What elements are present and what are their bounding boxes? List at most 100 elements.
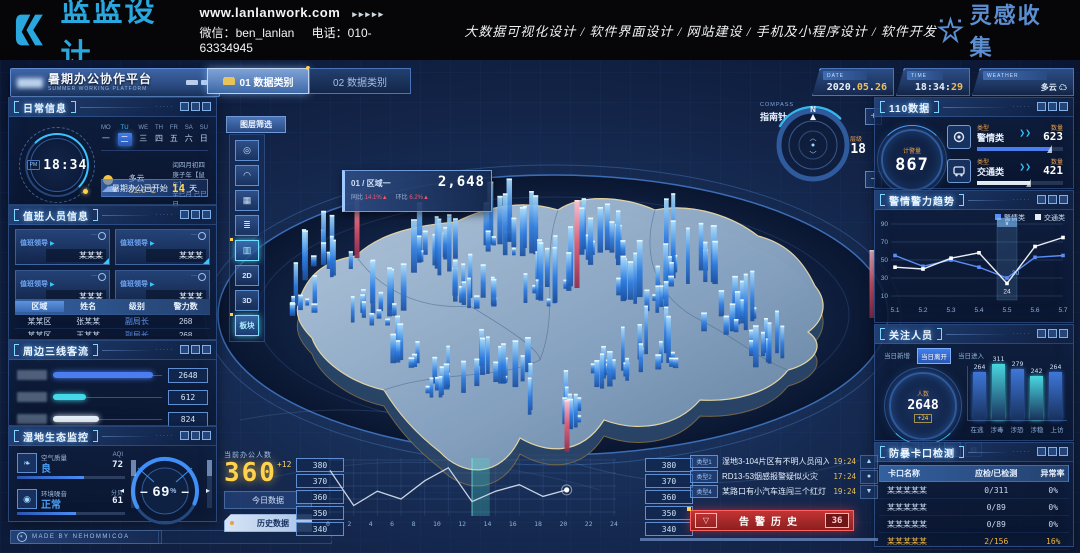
grid-layer-button[interactable]: ▦ [235, 190, 259, 211]
checkpoint-row[interactable]: 某某某某某2/15616% [879, 533, 1069, 550]
panel-window-icon[interactable] [191, 431, 200, 440]
compass-dial[interactable]: N ︿ ﹀ [770, 102, 856, 188]
services-list: 大数据可视化设计 / 软件界面设计 / 网站建设 / 手机及小程序设计 / 软件… [464, 21, 936, 40]
panel-window-icon[interactable] [191, 210, 200, 219]
gauge-left-arrow: ◂ [120, 486, 124, 495]
scroll-up-icon[interactable]: ▲ [860, 455, 878, 469]
alarm-total-value: 867 [895, 155, 929, 175]
office-xtick: 4 [369, 520, 373, 528]
focus-tab[interactable]: 当日进入 [955, 348, 987, 364]
list-layer-button[interactable]: ≣ [235, 215, 259, 236]
website-link[interactable]: www.lanlanwork.com [200, 5, 341, 20]
weekday-MO[interactable]: MO一 [101, 125, 111, 146]
panel-fullscreen-icon[interactable] [202, 102, 211, 111]
panel-window-icon[interactable] [1048, 329, 1057, 338]
focus-tab[interactable]: 当日离开 [917, 348, 951, 364]
bottom-scrollbar-thumb[interactable] [640, 538, 878, 541]
flow-bar-track [53, 370, 162, 380]
panel-title: 日常信息 [23, 100, 67, 115]
weekday-FR[interactable]: FR五 [170, 125, 178, 146]
radar-layer-button[interactable]: ◠ [235, 165, 259, 186]
duty-cards: 值班领导▶···某某某值班领导▶···某某某值班领导▶···某某某值班领导▶··… [15, 229, 210, 306]
panel-fullscreen-icon[interactable] [202, 431, 211, 440]
weekday-TU[interactable]: TU二 [118, 125, 132, 146]
scroll-down-icon[interactable]: ▼ [860, 485, 878, 499]
metric-unit: AQI [113, 452, 123, 458]
office-xtick: 0 [326, 520, 330, 528]
made-by-text: MADE BY NEHOMMICOA [32, 534, 130, 540]
bar-value: 311 [993, 355, 1005, 363]
bus-icon [947, 159, 971, 183]
scroll-dot-icon[interactable]: ● [860, 470, 878, 484]
panel-window-icon[interactable] [1048, 195, 1057, 204]
panel-fullscreen-icon[interactable] [202, 345, 211, 354]
duty-card[interactable]: 值班领导▶···某某某 [115, 229, 210, 265]
brand-banner: 蓝蓝设计 www.lanlanwork.com ▸▸▸▸▸ 微信：ben_lan… [0, 0, 1080, 60]
table-row[interactable]: 某某区张某某副局长268 [15, 315, 210, 329]
panel-fullscreen-icon[interactable] [202, 210, 211, 219]
office-xtick: 8 [412, 520, 416, 528]
panel-minimize-icon[interactable] [1037, 102, 1046, 111]
bar-label: 涉毒 [991, 424, 1004, 434]
panel-window-icon[interactable] [191, 345, 200, 354]
panel-daily-info: 日常信息····· PM18:34MO一TU二WE三TH四FR五SA六SU日☁多… [8, 97, 217, 205]
panel-minimize-icon[interactable] [1037, 329, 1046, 338]
duty-card[interactable]: 值班领导▶···某某某 [15, 229, 110, 265]
weekday-SA[interactable]: SA六 [185, 125, 193, 146]
camera-icon [98, 273, 106, 281]
gauge-rail-left[interactable] [131, 460, 136, 508]
checkpoint-row[interactable]: 某某某某某0/890% [879, 499, 1069, 516]
tab-data-category-1[interactable]: 01 数据类别 [207, 68, 309, 94]
alert-row[interactable]: 类型2RD13-53烟感报警疑似火灾17:24● [690, 469, 878, 484]
chevron-right-icon: ▶ [150, 282, 155, 288]
toggle-3D-button[interactable]: 3D [235, 290, 259, 311]
bar [1049, 372, 1062, 420]
table-row[interactable]: 某某区王某某副局长268 [15, 329, 210, 336]
weekday-SU[interactable]: SU日 [200, 125, 208, 146]
table-header-cell: 姓名 [64, 301, 113, 312]
panel-minimize-icon[interactable] [180, 210, 189, 219]
toggle-2D-button[interactable]: 2D [235, 265, 259, 286]
chart-layer-button[interactable]: ▥ [235, 240, 259, 261]
panel-title: 防暴卡口检测 [889, 445, 955, 460]
inspiration-collect[interactable]: 灵感收集 [937, 0, 1062, 62]
checkpoint-row[interactable]: 某某某某某0/3110% [879, 482, 1069, 499]
metric-progress [17, 512, 125, 515]
alert-row[interactable]: 类型1湿地3-104片区有不明人员闯入19:24▲ [690, 454, 878, 469]
checkpoint-cell: 0% [1030, 486, 1078, 495]
duty-name: 某某某 [146, 249, 206, 262]
panel-focus-people: 关注人员····· 当日新增当日离开当日进入人数2648+24◆✚◉☗▤2643… [874, 324, 1074, 441]
panel-fullscreen-icon[interactable] [1059, 447, 1068, 456]
panel-fullscreen-icon[interactable] [1059, 102, 1068, 111]
panel-window-icon[interactable] [191, 102, 200, 111]
weekday-TH[interactable]: TH四 [155, 125, 163, 146]
panel-minimize-icon[interactable] [180, 431, 189, 440]
panel-fullscreen-icon[interactable] [1059, 195, 1068, 204]
duty-role: 值班领导 [20, 281, 48, 288]
chevron-right-icon: ▶ [50, 282, 55, 288]
location-layer-button[interactable]: ◎ [235, 140, 259, 161]
ellipsis-icon: ··· [91, 273, 97, 279]
weekday-WE[interactable]: WE三 [138, 125, 148, 146]
siren-icon [947, 125, 971, 149]
tab-data-category-2[interactable]: 02 数据类别 [309, 68, 411, 94]
gauge-rail-right[interactable] [207, 460, 212, 508]
panel-minimize-icon[interactable] [180, 102, 189, 111]
panel-minimize-icon[interactable] [180, 345, 189, 354]
bottom-scrollbar-track[interactable] [330, 538, 878, 541]
alert-history-banner[interactable]: ▽ 告警历史 36 [690, 510, 854, 531]
panel-minimize-icon[interactable] [1037, 447, 1046, 456]
panel-minimize-icon[interactable] [1037, 195, 1046, 204]
office-xtick: 12 [458, 520, 466, 528]
bar-label: 涉稳 [1031, 424, 1044, 434]
category-name: 交通类 [977, 165, 1004, 178]
panel-window-icon[interactable] [1048, 102, 1057, 111]
toggle-板块-button[interactable]: 板块 [235, 315, 259, 336]
checkpoint-cell: 0/311 [963, 486, 1030, 495]
panel-window-icon[interactable] [1048, 447, 1057, 456]
checkpoint-row[interactable]: 某某某某某0/890% [879, 516, 1069, 533]
panel-fullscreen-icon[interactable] [1059, 329, 1068, 338]
focus-tab[interactable]: 当日新增 [881, 348, 913, 364]
alert-row[interactable]: 类型4某路口有小汽车连闯三个红灯19:24▼ [690, 484, 878, 499]
eco-gauge: – 69% –◂▸ [128, 454, 202, 528]
